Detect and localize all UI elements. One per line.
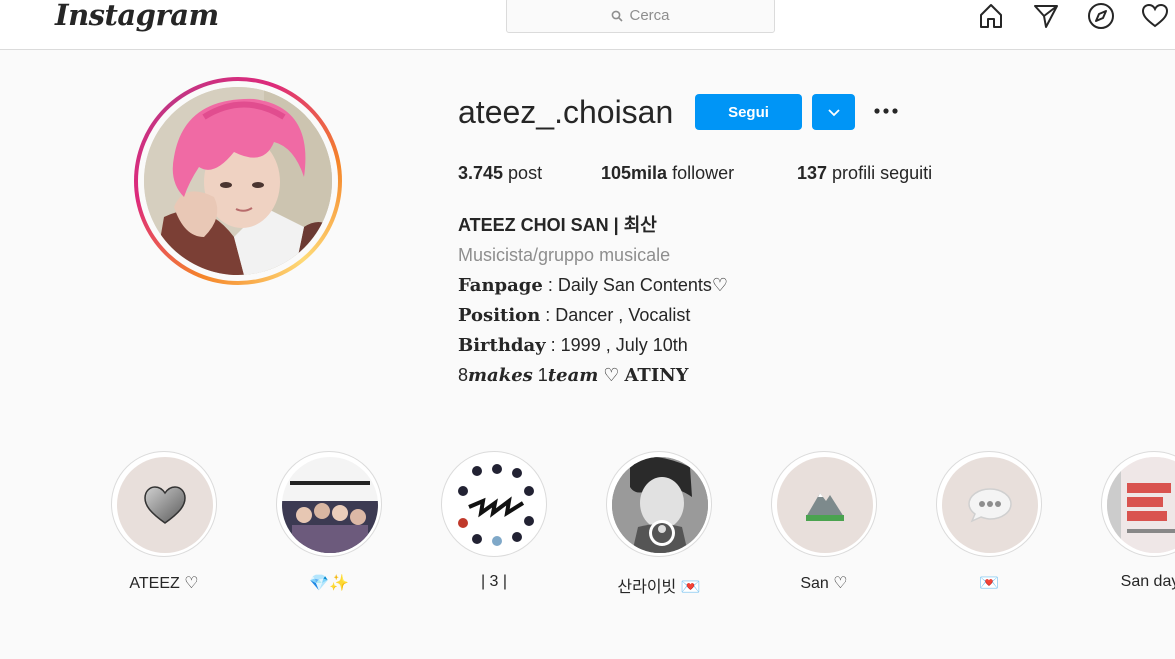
highlight-label: 산라이빗 💌 [617,579,701,596]
highlight-cover [942,457,1038,553]
highlight-label: | 3 | [480,573,508,590]
bio-line-birthday: Birthday : 1999 , July 10th [458,335,688,356]
follow-button[interactable]: Segui [695,94,802,130]
home-icon[interactable] [977,2,1005,30]
profile-username: ateez_.choisan [458,94,674,130]
search-icon [612,10,624,22]
grey-heart-icon [144,486,186,524]
ateez-logo-image [447,457,543,553]
highlight-label: 💌 [979,575,999,592]
following-count[interactable]: 137 profili seguiti [797,163,932,184]
posts-count: 3.745 post [458,163,543,183]
highlight-cover [117,457,213,553]
highlight-label: ATEEZ ♡ [129,575,199,592]
highlight-cover [777,457,873,553]
explore-icon[interactable] [1087,2,1115,30]
highlight-cover [282,457,378,553]
highlight-label: San ♡ [800,575,848,592]
direct-message-icon[interactable] [1032,2,1060,30]
highlight-label: San days [1120,573,1175,590]
san-days-cover-image [1107,457,1175,553]
chevron-down-icon [827,109,840,117]
activity-heart-icon[interactable] [1141,2,1169,30]
bio-line-fanpage: Fanpage : Daily San Contents♡ [458,275,729,296]
profile-bio: ATEEZ CHOI SAN | 최산 Musicista/gruppo mus… [458,213,728,393]
instagram-logo[interactable]: Instagram [55,0,219,32]
profile-picture [144,87,332,275]
search-placeholder: Cerca [629,7,670,24]
bio-line-tagline: 8makes 1team ♡ ATINY [458,365,689,386]
followers-count[interactable]: 105mila follower [601,163,734,184]
live-photo-image [612,457,708,553]
bio-category: Musicista/gruppo musicale [458,245,671,265]
highlight-label: 💎✨ [309,575,349,592]
highlight-cover [612,457,708,553]
suggested-accounts-dropdown-button[interactable] [812,94,855,130]
search-input[interactable]: Cerca [506,0,775,33]
highlight-cover [447,457,543,553]
highlight-cover [1107,457,1175,553]
profile-photo-image [144,87,332,275]
top-navigation-bar: Instagram Cerca [0,0,1175,50]
more-options-icon[interactable] [872,100,902,122]
bio-display-name: ATEEZ CHOI SAN | 최산 [458,215,657,235]
speech-bubble-icon [968,488,1012,523]
mountain-icon [806,493,844,521]
group-photo-image [282,457,378,553]
profile-picture-story-ring[interactable] [134,77,342,285]
bio-line-position: Position : Dancer , Vocalist [458,305,691,326]
